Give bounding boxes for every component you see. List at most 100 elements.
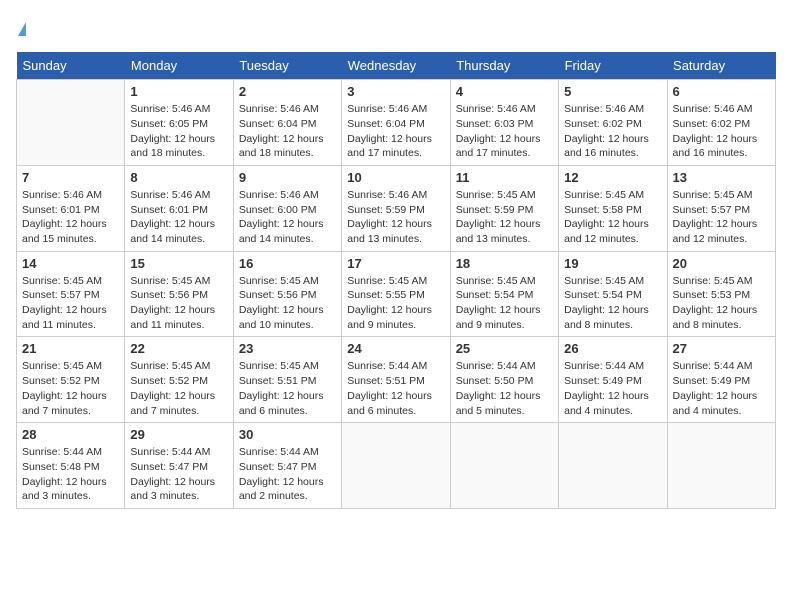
day-number: 22 [130,341,227,356]
calendar-cell [667,423,775,509]
calendar-cell: 11 Sunrise: 5:45 AM Sunset: 5:59 PM Dayli… [450,165,558,251]
day-number: 18 [456,256,553,271]
day-number: 8 [130,170,227,185]
calendar-header-row: SundayMondayTuesdayWednesdayThursdayFrid… [17,52,776,80]
day-info: Sunrise: 5:46 AM Sunset: 6:02 PM Dayligh… [564,102,661,161]
day-info: Sunrise: 5:45 AM Sunset: 5:56 PM Dayligh… [239,274,336,333]
day-number: 7 [22,170,119,185]
day-number: 28 [22,427,119,442]
calendar-body: 1 Sunrise: 5:46 AM Sunset: 6:05 PM Daylig… [17,80,776,509]
day-info: Sunrise: 5:46 AM Sunset: 6:01 PM Dayligh… [22,188,119,247]
calendar-cell: 18 Sunrise: 5:45 AM Sunset: 5:54 PM Dayli… [450,251,558,337]
calendar-week-3: 14Sunrise: 5:45 AM Sunset: 5:57 PM Dayli… [17,251,776,337]
calendar-cell: 6Sunrise: 5:46 AM Sunset: 6:02 PM Daylig… [667,80,775,166]
day-number: 16 [239,256,336,271]
day-number: 20 [673,256,770,271]
day-number: 23 [239,341,336,356]
calendar-cell [559,423,667,509]
calendar-cell: 30Sunrise: 5:44 AM Sunset: 5:47 PM Dayli… [233,423,341,509]
calendar-cell: 7 Sunrise: 5:46 AM Sunset: 6:01 PM Daylig… [17,165,125,251]
day-info: Sunrise: 5:44 AM Sunset: 5:48 PM Dayligh… [22,445,119,504]
calendar-cell: 13 Sunrise: 5:45 AM Sunset: 5:57 PM Dayli… [667,165,775,251]
calendar-cell: 25 Sunrise: 5:44 AM Sunset: 5:50 PM Dayli… [450,337,558,423]
calendar-cell: 27 Sunrise: 5:44 AM Sunset: 5:49 PM Dayli… [667,337,775,423]
day-info: Sunrise: 5:45 AM Sunset: 5:52 PM Dayligh… [22,359,119,418]
day-number: 29 [130,427,227,442]
day-info: Sunrise: 5:46 AM Sunset: 6:04 PM Dayligh… [347,102,444,161]
day-info: Sunrise: 5:45 AM Sunset: 5:57 PM Dayligh… [673,188,770,247]
calendar-cell: 4 Sunrise: 5:46 AM Sunset: 6:03 PM Daylig… [450,80,558,166]
day-info: Sunrise: 5:45 AM Sunset: 5:51 PM Dayligh… [239,359,336,418]
day-number: 4 [456,84,553,99]
day-number: 21 [22,341,119,356]
calendar-cell: 19 Sunrise: 5:45 AM Sunset: 5:54 PM Dayli… [559,251,667,337]
day-number: 9 [239,170,336,185]
calendar-cell: 9 Sunrise: 5:46 AM Sunset: 6:00 PM Daylig… [233,165,341,251]
day-info: Sunrise: 5:45 AM Sunset: 5:56 PM Dayligh… [130,274,227,333]
calendar-cell: 20 Sunrise: 5:45 AM Sunset: 5:53 PM Dayli… [667,251,775,337]
day-number: 17 [347,256,444,271]
calendar-cell: 24 Sunrise: 5:44 AM Sunset: 5:51 PM Dayli… [342,337,450,423]
day-info: Sunrise: 5:45 AM Sunset: 5:54 PM Dayligh… [456,274,553,333]
calendar-week-5: 28 Sunrise: 5:44 AM Sunset: 5:48 PM Dayli… [17,423,776,509]
day-info: Sunrise: 5:45 AM Sunset: 5:52 PM Dayligh… [130,359,227,418]
day-number: 27 [673,341,770,356]
day-info: Sunrise: 5:44 AM Sunset: 5:47 PM Dayligh… [130,445,227,504]
calendar-cell: 3 Sunrise: 5:46 AM Sunset: 6:04 PM Daylig… [342,80,450,166]
day-info: Sunrise: 5:45 AM Sunset: 5:58 PM Dayligh… [564,188,661,247]
day-info: Sunrise: 5:44 AM Sunset: 5:49 PM Dayligh… [564,359,661,418]
day-info: Sunrise: 5:46 AM Sunset: 6:04 PM Dayligh… [239,102,336,161]
day-number: 13 [673,170,770,185]
day-info: Sunrise: 5:46 AM Sunset: 6:03 PM Dayligh… [456,102,553,161]
calendar-cell [342,423,450,509]
day-info: Sunrise: 5:46 AM Sunset: 6:05 PM Dayligh… [130,102,227,161]
calendar-cell: 26 Sunrise: 5:44 AM Sunset: 5:49 PM Dayli… [559,337,667,423]
column-header-thursday: Thursday [450,52,558,80]
day-info: Sunrise: 5:45 AM Sunset: 5:57 PM Dayligh… [22,274,119,333]
day-number: 5 [564,84,661,99]
calendar-cell: 29 Sunrise: 5:44 AM Sunset: 5:47 PM Dayli… [125,423,233,509]
day-number: 12 [564,170,661,185]
day-info: Sunrise: 5:45 AM Sunset: 5:53 PM Dayligh… [673,274,770,333]
day-info: Sunrise: 5:45 AM Sunset: 5:59 PM Dayligh… [456,188,553,247]
day-info: Sunrise: 5:44 AM Sunset: 5:49 PM Dayligh… [673,359,770,418]
day-info: Sunrise: 5:46 AM Sunset: 6:00 PM Dayligh… [239,188,336,247]
day-number: 19 [564,256,661,271]
day-number: 10 [347,170,444,185]
day-info: Sunrise: 5:44 AM Sunset: 5:51 PM Dayligh… [347,359,444,418]
calendar-cell [450,423,558,509]
calendar-cell: 21 Sunrise: 5:45 AM Sunset: 5:52 PM Dayli… [17,337,125,423]
day-info: Sunrise: 5:46 AM Sunset: 6:01 PM Dayligh… [130,188,227,247]
column-header-saturday: Saturday [667,52,775,80]
calendar-cell: 1 Sunrise: 5:46 AM Sunset: 6:05 PM Daylig… [125,80,233,166]
calendar-cell: 8 Sunrise: 5:46 AM Sunset: 6:01 PM Daylig… [125,165,233,251]
day-number: 25 [456,341,553,356]
day-number: 2 [239,84,336,99]
column-header-sunday: Sunday [17,52,125,80]
calendar-cell: 22 Sunrise: 5:45 AM Sunset: 5:52 PM Dayli… [125,337,233,423]
calendar-cell: 12 Sunrise: 5:45 AM Sunset: 5:58 PM Dayli… [559,165,667,251]
column-header-tuesday: Tuesday [233,52,341,80]
calendar-cell: 5 Sunrise: 5:46 AM Sunset: 6:02 PM Daylig… [559,80,667,166]
column-header-wednesday: Wednesday [342,52,450,80]
calendar-cell: 23 Sunrise: 5:45 AM Sunset: 5:51 PM Dayli… [233,337,341,423]
calendar-cell: 2 Sunrise: 5:46 AM Sunset: 6:04 PM Daylig… [233,80,341,166]
day-number: 24 [347,341,444,356]
day-info: Sunrise: 5:45 AM Sunset: 5:54 PM Dayligh… [564,274,661,333]
calendar-cell [17,80,125,166]
calendar-cell: 10Sunrise: 5:46 AM Sunset: 5:59 PM Dayli… [342,165,450,251]
logo-icon [18,22,26,36]
page-header [16,16,776,40]
calendar-cell: 15 Sunrise: 5:45 AM Sunset: 5:56 PM Dayli… [125,251,233,337]
calendar-table: SundayMondayTuesdayWednesdayThursdayFrid… [16,52,776,509]
day-number: 1 [130,84,227,99]
day-number: 15 [130,256,227,271]
day-info: Sunrise: 5:46 AM Sunset: 6:02 PM Dayligh… [673,102,770,161]
day-number: 26 [564,341,661,356]
day-number: 3 [347,84,444,99]
day-info: Sunrise: 5:44 AM Sunset: 5:50 PM Dayligh… [456,359,553,418]
calendar-week-2: 7 Sunrise: 5:46 AM Sunset: 6:01 PM Daylig… [17,165,776,251]
calendar-cell: 16 Sunrise: 5:45 AM Sunset: 5:56 PM Dayli… [233,251,341,337]
day-info: Sunrise: 5:45 AM Sunset: 5:55 PM Dayligh… [347,274,444,333]
day-number: 11 [456,170,553,185]
